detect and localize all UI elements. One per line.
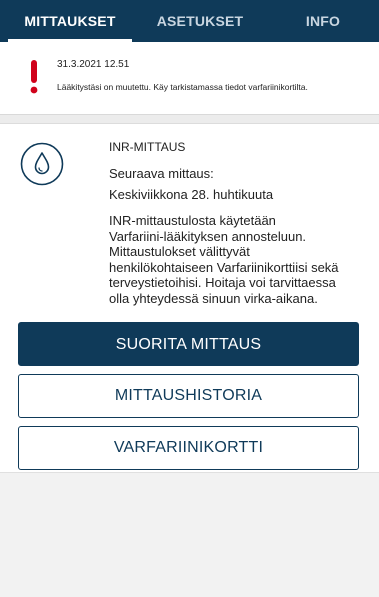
- description-line: olla yhteydessä sinuun virka-aikana.: [109, 290, 318, 306]
- notification-banner[interactable]: 31.3.2021 12.51 Lääkitystäsi on muutettu…: [0, 42, 379, 114]
- notification-text: Lääkitystäsi on muutettu. Käy tarkistama…: [57, 82, 308, 92]
- description-line: Varfariini-lääkityksen annosteluun.: [109, 228, 307, 244]
- section-divider: [0, 114, 379, 124]
- tab-bar: MITTAUKSET ASETUKSET INFO: [0, 0, 379, 42]
- notification-date: 31.3.2021 12.51: [57, 59, 130, 70]
- description-line: terveystietoihisi. Hoitaja voi tarvittae…: [109, 275, 336, 291]
- description-line: INR-mittaustulosta käytetään: [109, 213, 276, 228]
- drop-icon: [20, 142, 64, 186]
- description-line: henkilökohtaiseen Varfariinikorttiisi se…: [109, 259, 339, 275]
- perform-measurement-button[interactable]: SUORITA MITTAUS: [18, 322, 359, 366]
- empty-footer-area: [0, 472, 379, 597]
- measurement-history-button[interactable]: MITTAUSHISTORIA: [18, 374, 359, 418]
- warfarin-card-button[interactable]: VARFARIINIKORTTI: [18, 426, 359, 470]
- inr-measurement-card: INR-MITTAUS Seuraava mittaus: Keskiviikk…: [0, 124, 379, 472]
- measurement-title: INR-MITTAUS: [109, 140, 186, 154]
- measurement-description: INR-mittaustulosta käytetään Varfariini-…: [109, 213, 371, 307]
- exclamation-icon: [30, 60, 38, 94]
- next-measurement-date: Keskiviikkona 28. huhtikuuta: [109, 187, 274, 202]
- tab-mittaukset[interactable]: MITTAUKSET: [8, 0, 132, 42]
- tab-info[interactable]: INFO: [268, 0, 378, 42]
- next-measurement-label: Seuraava mittaus:: [109, 166, 214, 181]
- tab-asetukset[interactable]: ASETUKSET: [140, 0, 260, 42]
- description-line: Mittaustulokset välittyvät: [109, 244, 250, 260]
